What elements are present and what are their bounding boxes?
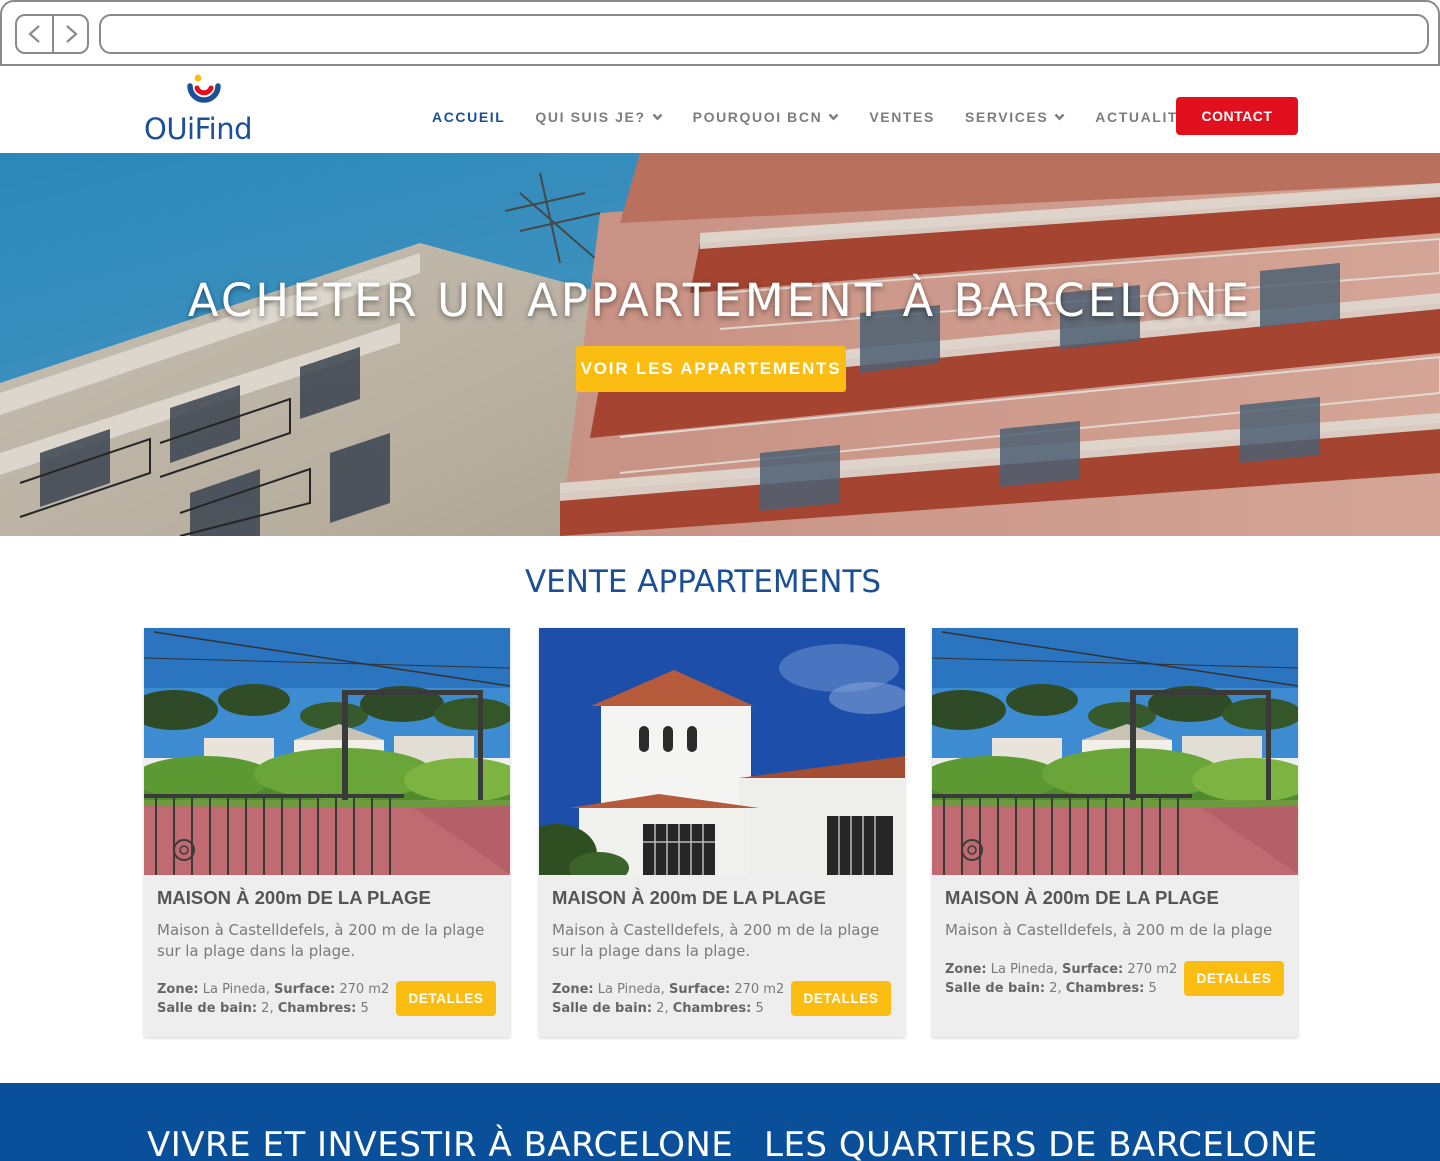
view-apartments-button[interactable]: VOIR LES APPARTEMENTS <box>576 346 846 392</box>
browser-chrome <box>0 0 1440 66</box>
listing-description: Maison à Castelldefels, à 200 m de la pl… <box>945 921 1273 939</box>
nav-item-pourquoi-bcn[interactable]: POURQUOI BCN <box>693 109 840 125</box>
nav-item-qui-suis-je[interactable]: QUI SUIS JE? <box>535 109 663 125</box>
listing-meta: Zone: La Pineda, Surface: 270 m2 Salle d… <box>552 980 787 1018</box>
site-logo[interactable]: OUiFind <box>144 70 264 146</box>
garden-photo-image <box>932 628 1298 875</box>
listing-meta: Zone: La Pineda, Surface: 270 m2 Salle d… <box>945 960 1180 998</box>
nav-item-accueil[interactable]: ACCUEIL <box>432 109 505 125</box>
nav-item-ventes[interactable]: VENTES <box>869 109 935 125</box>
listing-meta-line2: Salle de bain: 2, Chambres: 5 <box>157 1001 369 1016</box>
chevron-down-icon <box>652 113 663 121</box>
listing-photo[interactable] <box>144 628 510 875</box>
details-button[interactable]: DETALLES <box>791 981 891 1016</box>
hero-building-image <box>0 153 1440 536</box>
nav-item-label: SERVICES <box>964 109 1049 125</box>
forward-button[interactable] <box>52 16 87 52</box>
site-header: OUiFind ACCUEIL QUI SUIS JE? POURQUOI BC… <box>0 66 1440 153</box>
live-invest-heading[interactable]: VIVRE ET INVESTIR À BARCELONE <box>147 1125 733 1161</box>
listing-card[interactable]: MAISON À 200m DE LA PLAGE Maison à Caste… <box>932 628 1298 1037</box>
listing-description: Maison à Castelldefels, à 200 m de la pl… <box>552 921 880 960</box>
listing-meta-line1: Zone: La Pineda, Surface: 270 m2 <box>157 982 390 997</box>
nav-item-label: QUI SUIS JE? <box>535 109 646 125</box>
info-band: VIVRE ET INVESTIR À BARCELONE LES QUARTI… <box>0 1083 1440 1161</box>
details-button[interactable]: DETALLES <box>1184 961 1284 996</box>
hero-banner: ACHETER UN APPARTEMENT À BARCELONE VOIR … <box>0 153 1440 536</box>
logo-mark-icon <box>187 74 221 103</box>
listing-card[interactable]: MAISON À 200m DE LA PLAGE Maison à Caste… <box>539 628 905 1037</box>
listing-description: Maison à Castelldefels, à 200 m de la pl… <box>157 921 485 960</box>
listing-title[interactable]: MAISON À 200m DE LA PLAGE <box>157 887 431 909</box>
chevron-right-icon <box>65 25 78 43</box>
nav-item-label: POURQUOI BCN <box>692 109 823 125</box>
listing-meta-line1: Zone: La Pineda, Surface: 270 m2 <box>945 962 1178 977</box>
chevron-down-icon <box>1054 113 1065 121</box>
listing-meta-line2: Salle de bain: 2, Chambres: 5 <box>552 1001 764 1016</box>
listing-meta-line1: Zone: La Pineda, Surface: 270 m2 <box>552 982 785 997</box>
nav-item-label: VENTES <box>869 109 935 125</box>
listing-meta: Zone: La Pineda, Surface: 270 m2 Salle d… <box>157 980 392 1018</box>
hero-title: ACHETER UN APPARTEMENT À BARCELONE <box>187 274 1253 327</box>
villa-photo-image <box>539 628 905 875</box>
contact-button[interactable]: CONTACT <box>1176 97 1298 135</box>
page: OUiFind ACCUEIL QUI SUIS JE? POURQUOI BC… <box>0 0 1440 1161</box>
listing-photo[interactable] <box>539 628 905 875</box>
history-buttons <box>15 14 89 54</box>
chevron-left-icon <box>27 25 40 43</box>
listing-title[interactable]: MAISON À 200m DE LA PLAGE <box>552 887 826 909</box>
garden-photo-image <box>144 628 510 875</box>
neighborhoods-heading[interactable]: LES QUARTIERS DE BARCELONE <box>764 1125 1318 1161</box>
chevron-down-icon <box>828 113 839 121</box>
nav-item-label: ACCUEIL <box>432 109 506 125</box>
listing-meta-line2: Salle de bain: 2, Chambres: 5 <box>945 981 1157 996</box>
listings-section-title: VENTE APPARTEMENTS <box>524 564 882 600</box>
address-bar[interactable] <box>99 14 1429 54</box>
details-button[interactable]: DETALLES <box>396 981 496 1016</box>
listing-card[interactable]: MAISON À 200m DE LA PLAGE Maison à Caste… <box>144 628 510 1037</box>
listing-title[interactable]: MAISON À 200m DE LA PLAGE <box>945 887 1219 909</box>
main-nav: ACCUEIL QUI SUIS JE? POURQUOI BCN VENTES… <box>432 106 1230 128</box>
logo-wordmark: OUiFind <box>144 112 253 146</box>
nav-item-services[interactable]: SERVICES <box>965 109 1065 125</box>
listing-photo[interactable] <box>932 628 1298 875</box>
back-button[interactable] <box>17 16 52 52</box>
